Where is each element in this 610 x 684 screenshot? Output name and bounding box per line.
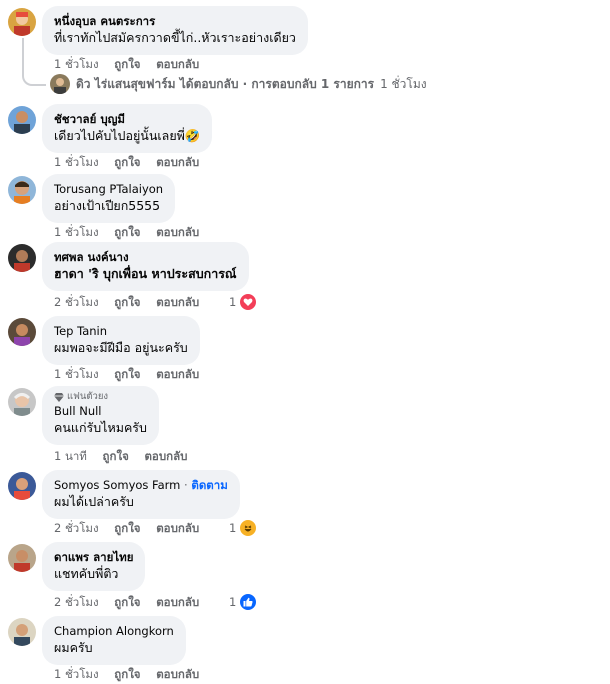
like-button[interactable]: ถูกใจ <box>114 366 140 384</box>
comment-author[interactable]: Somyos Somyos Farm <box>54 478 180 492</box>
comment-author[interactable]: หนึ่งอุบล คนตระการ <box>54 13 296 29</box>
reply-count[interactable]: การตอบกลับ 1 รายการ <box>251 77 374 91</box>
comment-time[interactable]: 1 ชั่วโมง <box>54 366 99 384</box>
reply-author-avatar <box>50 74 70 94</box>
reply-button[interactable]: ตอบกลับ <box>156 520 199 538</box>
follow-button[interactable]: ติดตาม <box>191 478 227 492</box>
comment-bubble: Torusang PTalaiyon อย่างเป้าเปียก5555 <box>42 174 176 223</box>
reply-summary[interactable]: ดิว ไร่แสนสุขฟาร์ม ได้ตอบกลับ · การตอบกล… <box>50 74 427 94</box>
love-reaction-icon <box>238 292 259 312</box>
comment-text: ผมพอจะมีฝีมือ อยู่นะครับ <box>54 340 188 355</box>
reaction-summary[interactable]: 1 <box>229 518 259 538</box>
fan-badge-label: แฟนตัวยง <box>67 391 109 402</box>
comment-time[interactable]: 1 ชั่วโมง <box>54 56 99 74</box>
comment-text: ผมครับ <box>54 640 93 655</box>
comment-text: ที่เราทักไปสมัครกวาดขี้ไก่..หัวเราะอย่าง… <box>54 30 296 45</box>
comment-time[interactable]: 2 ชั่วโมง <box>54 594 99 612</box>
avatar[interactable] <box>8 106 36 134</box>
comment-bubble: ดาแพร ลายไทย แชทคับพี่ติว <box>42 542 146 591</box>
comment-text: คนแก่รับไหมครับ <box>54 420 147 435</box>
reply-separator: · <box>242 76 248 91</box>
follow-separator: · <box>184 478 188 492</box>
like-button[interactable]: ถูกใจ <box>114 154 140 172</box>
comment-bubble: Tep Tanin ผมพอจะมีฝีมือ อยู่นะครับ <box>42 316 200 365</box>
reaction-count: 1 <box>229 295 237 309</box>
diamond-icon <box>54 392 64 402</box>
reply-button[interactable]: ตอบกลับ <box>156 154 199 172</box>
reply-button[interactable]: ตอบกลับ <box>156 224 199 242</box>
comment-bubble: Champion Alongkorn ผมครับ <box>42 616 186 665</box>
comment-actions: 1 ชั่วโมง ถูกใจ ตอบกลับ <box>54 224 199 242</box>
comment-time[interactable]: 1 ชั่วโมง <box>54 154 99 172</box>
comment-author[interactable]: Bull Null <box>54 403 147 419</box>
comment-actions: 1 ชั่วโมง ถูกใจ ตอบกลับ <box>54 56 199 74</box>
like-button[interactable]: ถูกใจ <box>103 448 129 466</box>
avatar[interactable] <box>8 472 36 500</box>
comment-bubble: ชัชวาลย์ บุญมี เดียวไปคับไปอยู่นั้นเลยพี… <box>42 104 213 153</box>
like-button[interactable]: ถูกใจ <box>114 520 140 538</box>
like-reaction-icon <box>238 592 259 612</box>
comment-text: อย่างเป้าเปียก5555 <box>54 198 161 213</box>
reaction-count: 1 <box>229 521 237 535</box>
comment-actions: 1 ชั่วโมง ถูกใจ ตอบกลับ <box>54 366 199 384</box>
reply-author[interactable]: ดิว ไร่แสนสุขฟาร์ม <box>76 77 176 91</box>
avatar[interactable] <box>8 176 36 204</box>
reaction-count: 1 <box>229 595 237 609</box>
like-button[interactable]: ถูกใจ <box>114 224 140 242</box>
avatar[interactable] <box>8 318 36 346</box>
reply-button[interactable]: ตอบกลับ <box>156 366 199 384</box>
comment-author[interactable]: Torusang PTalaiyon <box>54 181 163 197</box>
comment-bubble: Somyos Somyos Farm · ติดตาม ผมได้เปล่าคร… <box>42 470 240 519</box>
comment-bubble: หนึ่งอุบล คนตระการ ที่เราทักไปสมัครกวาดข… <box>42 6 308 55</box>
comment-author-row: Somyos Somyos Farm · ติดตาม <box>54 477 228 493</box>
comment-bubble: แฟนตัวยง Bull Null คนแก่รับไหมครับ <box>42 386 159 445</box>
comment-actions: 1 ชั่วโมง ถูกใจ ตอบกลับ <box>54 154 199 172</box>
comment-author[interactable]: ชัชวาลย์ บุญมี <box>54 111 200 127</box>
comment-time[interactable]: 1 นาที <box>54 448 87 466</box>
comment-actions: 1 ชั่วโมง ถูกใจ ตอบกลับ <box>54 666 199 684</box>
comment-text: แชทคับพี่ติว <box>54 566 119 581</box>
reply-button[interactable]: ตอบกลับ <box>156 666 199 684</box>
comment-time[interactable]: 2 ชั่วโมง <box>54 520 99 538</box>
comment-actions: 1 นาที ถูกใจ ตอบกลับ <box>54 448 187 466</box>
avatar[interactable] <box>8 544 36 572</box>
comment-actions: 2 ชั่วโมง ถูกใจ ตอบกลับ <box>54 594 199 612</box>
avatar[interactable] <box>8 618 36 646</box>
reply-action: ได้ตอบกลับ <box>179 76 239 91</box>
like-button[interactable]: ถูกใจ <box>114 56 140 74</box>
reply-button[interactable]: ตอบกลับ <box>144 448 187 466</box>
comment-actions: 2 ชั่วโมง ถูกใจ ตอบกลับ <box>54 520 199 538</box>
comment-text: เดียวไปคับไปอยู่นั้นเลยพี่🤣 <box>54 128 201 143</box>
comment-author[interactable]: Champion Alongkorn <box>54 623 174 639</box>
reaction-summary[interactable]: 1 <box>229 592 259 612</box>
comment-text: ผมได้เปล่าครับ <box>54 494 134 509</box>
reply-button[interactable]: ตอบกลับ <box>156 56 199 74</box>
reply-button[interactable]: ตอบกลับ <box>156 594 199 612</box>
comment-bubble: ทศพล นงค์นาง ฮาดา 'ริ บุกเพื่อน หาประสบก… <box>42 242 249 291</box>
reply-time[interactable]: 1 ชั่วโมง <box>380 75 427 94</box>
comment-time[interactable]: 1 ชั่วโมง <box>54 224 99 242</box>
avatar[interactable] <box>8 388 36 416</box>
comment-actions: 2 ชั่วโมง ถูกใจ ตอบกลับ <box>54 294 199 312</box>
like-button[interactable]: ถูกใจ <box>114 294 140 312</box>
fan-badge[interactable]: แฟนตัวยง <box>54 391 147 403</box>
comment-time[interactable]: 2 ชั่วโมง <box>54 294 99 312</box>
comment-author[interactable]: ดาแพร ลายไทย <box>54 549 133 565</box>
reply-button[interactable]: ตอบกลับ <box>156 294 199 312</box>
comment-author[interactable]: ทศพล นงค์นาง <box>54 249 237 265</box>
reaction-summary[interactable]: 1 <box>229 292 259 312</box>
avatar[interactable] <box>8 8 36 36</box>
like-button[interactable]: ถูกใจ <box>114 594 140 612</box>
comment-text: ฮาดา 'ริ บุกเพื่อน หาประสบการณ์ <box>54 266 237 281</box>
like-button[interactable]: ถูกใจ <box>114 666 140 684</box>
avatar[interactable] <box>8 244 36 272</box>
haha-reaction-icon <box>238 518 259 538</box>
comment-time[interactable]: 1 ชั่วโมง <box>54 666 99 684</box>
comment-author[interactable]: Tep Tanin <box>54 323 188 339</box>
